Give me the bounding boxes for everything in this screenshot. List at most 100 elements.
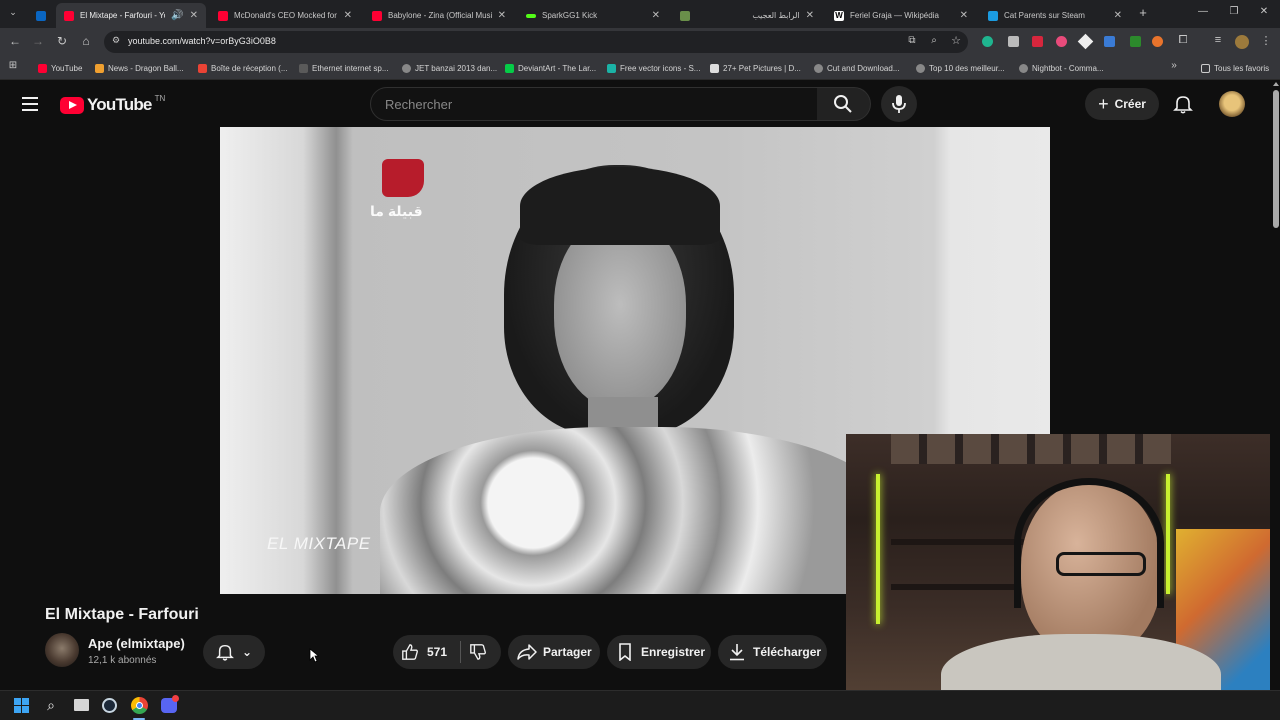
back-icon[interactable]: ← [8,34,22,48]
bookmark-item[interactable]: Free vector icons - S... [607,60,700,76]
extension-icon[interactable] [1130,36,1141,47]
bookmark-star-icon[interactable]: ☆ [950,34,962,47]
chevron-down-icon: ⌄ [241,645,253,659]
extension-icon[interactable] [1077,33,1094,50]
tab-mcdonalds[interactable]: McDonald's CEO Mocked for ✕ [210,3,360,28]
page-scrollbar[interactable] [1272,80,1280,690]
subscriber-count: 12,1 k abonnés [88,655,157,666]
close-window-icon[interactable]: ✕ [1257,6,1271,17]
search-icon [834,95,852,113]
omnibox[interactable]: ⚙ youtube.com/watch?v=orByG3iO0B8 ⧉ ⌕ ☆ [104,31,968,53]
site-icon [299,63,308,73]
steam-icon[interactable] [102,698,117,713]
tab-kick[interactable]: SparkGG1 Kick ✕ [518,3,668,28]
windows-start-icon[interactable] [14,698,29,713]
like-button[interactable]: 571 [393,635,447,669]
save-button[interactable]: Enregistrer [607,635,711,669]
bookmark-item[interactable]: Ethernet internet sp... [299,60,389,76]
bookmark-item[interactable]: Nightbot - Comma... [1019,60,1104,76]
menu-dots-icon[interactable]: ⋮ [1260,34,1272,47]
hamburger-menu-icon[interactable] [22,97,38,111]
scrollbar-thumb[interactable] [1273,90,1279,228]
channel-name[interactable]: Ape (elmixtape) [88,636,185,651]
create-label: Créer [1114,97,1146,111]
extensions-puzzle-icon[interactable]: ⧠ [1176,34,1190,47]
tab-strip: ⌄ El Mixtape - Farfouri - You 🔊 ✕ McDona… [0,0,1280,28]
close-tab-icon[interactable]: ✕ [960,10,968,21]
extension-icon[interactable] [1032,36,1043,47]
close-tab-icon[interactable]: ✕ [498,10,506,21]
close-tab-icon[interactable]: ✕ [652,10,660,21]
bookmark-item[interactable]: News - Dragon Ball... [95,60,184,76]
bookmark-item[interactable]: Cut and Download... [814,60,900,76]
mouse-cursor-icon [309,648,319,663]
bookmark-label: Boîte de réception (... [211,63,288,73]
notifications-bell-icon[interactable] [1173,94,1193,114]
tab-babylone[interactable]: Babylone - Zina (Official Musi ✕ [364,3,514,28]
bookmark-item[interactable]: JET banzai 2013 dan... [402,60,497,76]
close-tab-icon[interactable]: ✕ [1114,10,1122,21]
youtube-logo[interactable]: YouTube TN [60,94,165,116]
tab-wikipedia[interactable]: W Feriel Graja — Wikipédia ✕ [826,3,976,28]
new-tab-button[interactable]: + [1136,6,1150,20]
install-icon[interactable]: ⧉ [906,35,918,46]
extension-icon[interactable] [1152,36,1163,47]
tab-el-mixtape[interactable]: El Mixtape - Farfouri - You 🔊 ✕ [56,3,206,28]
minimize-icon[interactable]: — [1196,6,1210,17]
download-icon [730,644,744,661]
bookmark-item[interactable]: Top 10 des meilleur... [916,60,1005,76]
taskbar-search-icon[interactable]: ⌕ [44,697,58,714]
all-bookmarks[interactable]: Tous les favoris [1201,60,1269,76]
bookmark-item[interactable]: Boîte de réception (... [198,60,288,76]
extensions-row [982,33,1163,50]
media-control-icon[interactable]: ≡ [1211,34,1225,46]
forward-icon[interactable]: → [31,34,45,48]
close-tab-icon[interactable]: ✕ [806,10,814,21]
extension-icon[interactable] [1056,36,1067,47]
more-bookmarks-icon[interactable]: » [1168,60,1180,71]
voice-search-button[interactable] [881,86,917,122]
extension-icon[interactable] [982,36,993,47]
save-label: Enregistrer [641,645,706,659]
youtube-icon [218,10,228,21]
tv-channel-text: قبيلة ما [370,203,423,219]
bookmark-item[interactable]: DeviantArt - The Lar... [505,60,596,76]
scroll-up-arrow[interactable] [1273,82,1279,86]
restore-icon[interactable]: ❐ [1227,6,1241,17]
bookmark-item[interactable]: 27+ Pet Pictures | D... [710,60,801,76]
extension-icon[interactable] [1104,36,1115,47]
close-tab-icon[interactable]: ✕ [344,10,352,21]
create-button[interactable]: + Créer [1085,88,1159,120]
dislike-button[interactable] [461,635,487,669]
profile-avatar[interactable] [1235,35,1249,49]
home-icon[interactable]: ⌂ [79,34,93,48]
reload-icon[interactable]: ↻ [55,34,69,48]
bookmark-label: YouTube [51,63,83,73]
search-input[interactable]: Rechercher [370,87,818,121]
tab-linkedin[interactable] [28,3,54,28]
apps-grid-icon[interactable]: ⊞ [7,60,19,71]
zoom-icon[interactable]: ⌕ [928,35,940,46]
share-button[interactable]: Partager [508,635,600,669]
tab-pinned[interactable] [672,3,698,28]
bookmark-item[interactable]: YouTube [38,60,82,76]
speaker-icon[interactable]: 🔊 [171,10,183,21]
tab-arabic[interactable]: الرابط العجيب ✕ [700,3,822,28]
site-info-icon[interactable]: ⚙ [110,35,122,46]
folder-icon [1201,63,1210,73]
subscribe-notifications-button[interactable]: ⌄ [203,635,265,669]
thumbs-down-icon [470,644,487,660]
tab-search-icon[interactable]: ⌄ [6,7,20,21]
url-text: youtube.com/watch?v=orByG3iO0B8 [128,36,276,46]
extension-icon[interactable] [1008,36,1019,47]
download-button[interactable]: Télécharger [718,635,827,669]
chrome-icon[interactable] [131,697,148,714]
tab-steam[interactable]: Cat Parents sur Steam ✕ [980,3,1130,28]
channel-avatar[interactable] [45,633,79,667]
file-explorer-icon[interactable] [74,699,89,711]
globe-icon [1019,63,1028,73]
account-avatar[interactable] [1219,91,1245,117]
search-button[interactable] [817,87,871,121]
close-tab-icon[interactable]: ✕ [190,10,198,21]
search-placeholder: Rechercher [385,97,453,112]
